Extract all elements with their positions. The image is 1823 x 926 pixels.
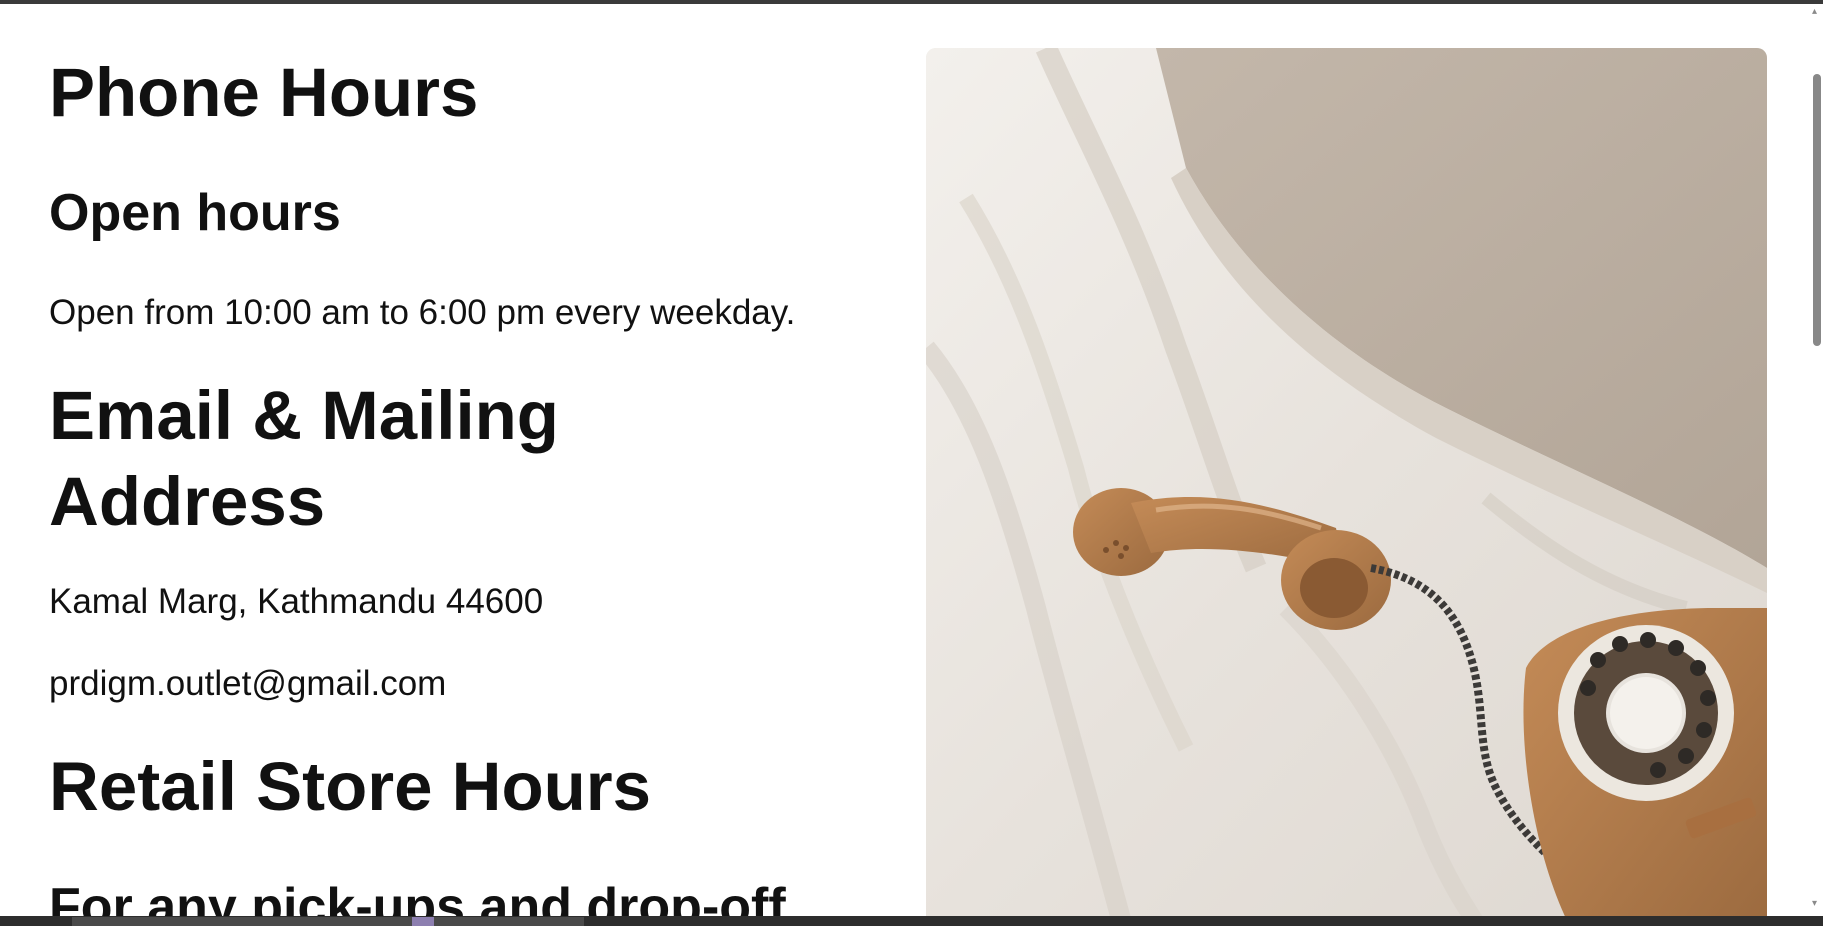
phone-hours-heading: Phone Hours <box>49 54 479 131</box>
telephone-photo-illustration <box>926 48 1767 916</box>
taskbar-item[interactable] <box>72 917 412 926</box>
scrollbar-thumb[interactable] <box>1813 74 1821 346</box>
phone-base <box>1523 608 1767 916</box>
email-mailing-heading: Email & Mailing Address <box>49 373 889 545</box>
email-heading-line1: Email & Mailing <box>49 377 559 454</box>
scroll-up-arrow-icon[interactable]: ▴ <box>1812 7 1820 17</box>
scroll-down-arrow-icon[interactable]: ▾ <box>1812 899 1820 909</box>
telephone-photo <box>926 48 1767 916</box>
taskbar <box>0 916 1823 926</box>
email-address-text[interactable]: prdigm.outlet@gmail.com <box>49 663 446 705</box>
pickup-dropoff-heading: For any pick-ups and drop-off <box>49 878 786 916</box>
contact-page: Phone Hours Open hours Open from 10:00 a… <box>0 4 1808 916</box>
vertical-scrollbar[interactable]: ▴ ▾ <box>1808 4 1823 916</box>
taskbar-item[interactable] <box>434 917 584 926</box>
open-hours-heading: Open hours <box>49 184 341 242</box>
email-heading-line2: Address <box>49 463 326 540</box>
retail-store-hours-heading: Retail Store Hours <box>49 748 651 825</box>
open-hours-text: Open from 10:00 am to 6:00 pm every week… <box>49 293 796 332</box>
taskbar-app-icon[interactable] <box>412 917 434 926</box>
mailing-address-text: Kamal Marg, Kathmandu 44600 <box>49 582 544 621</box>
